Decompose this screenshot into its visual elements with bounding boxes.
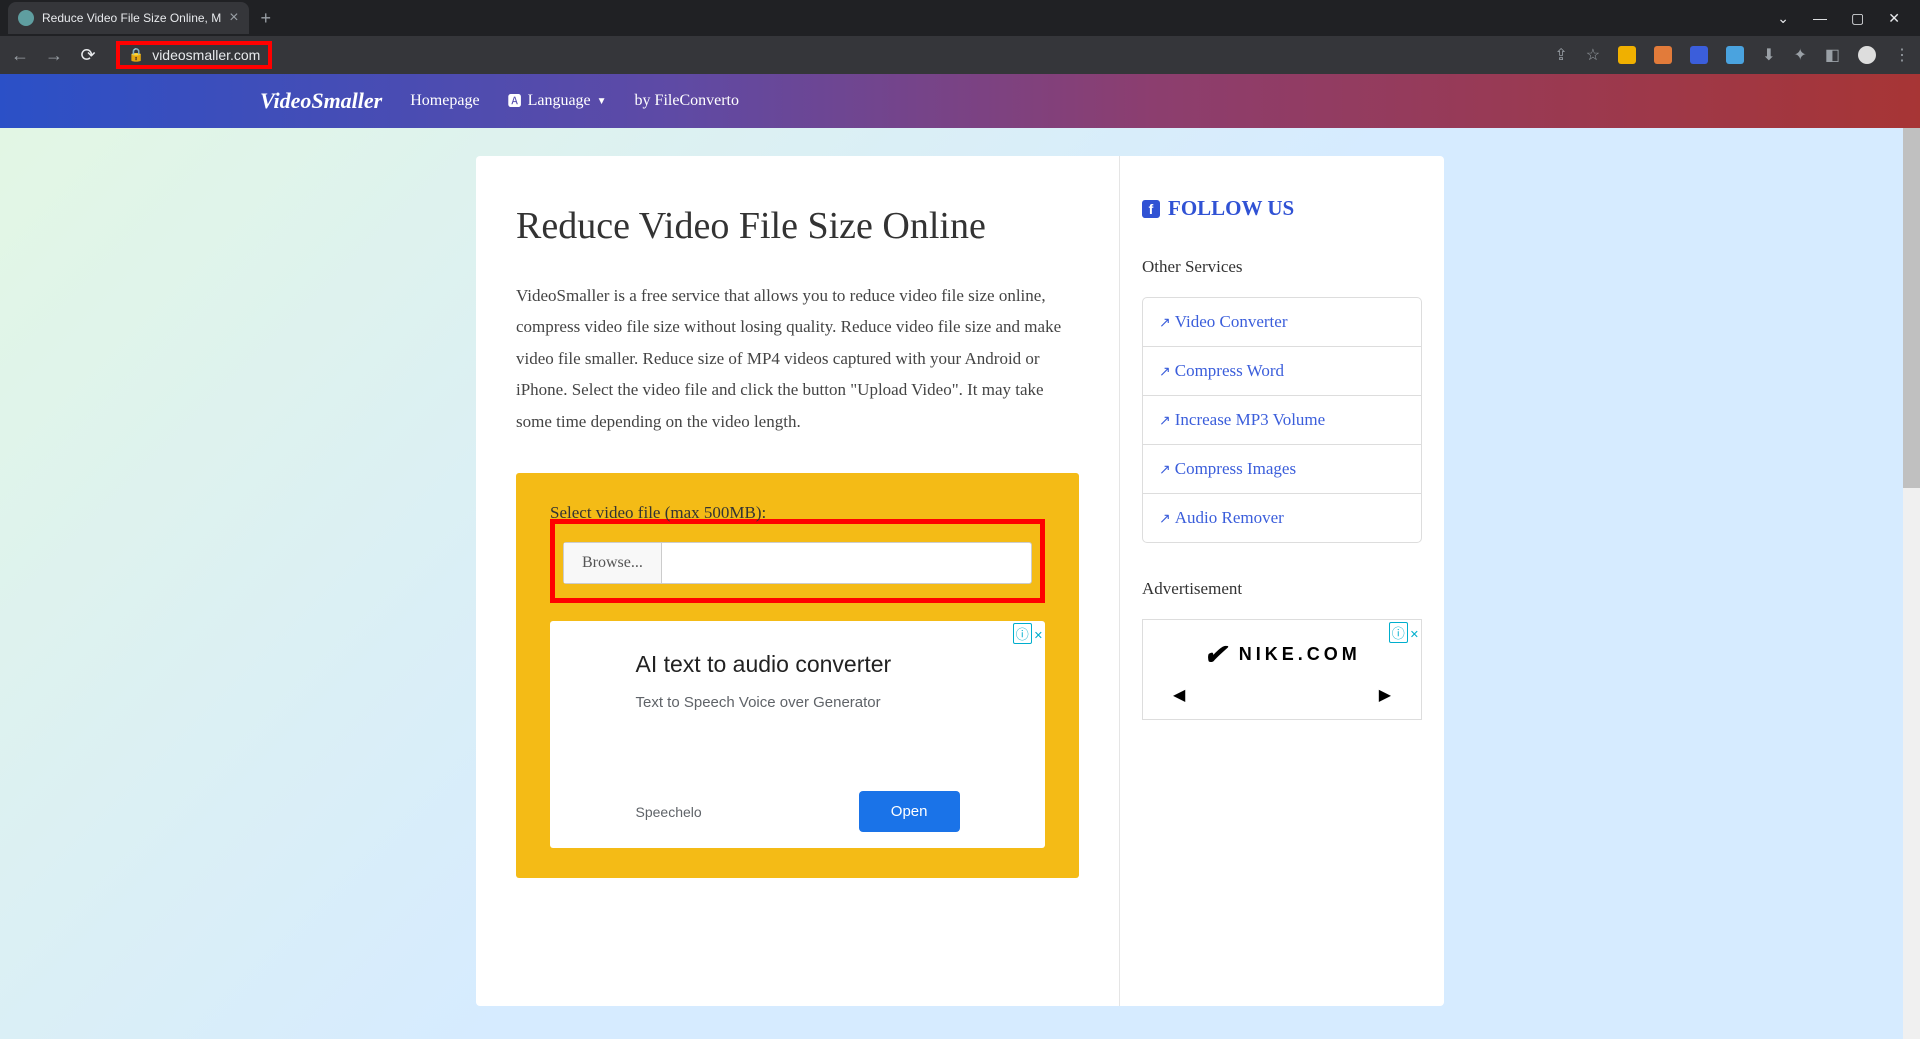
ad-info-icon[interactable]: ⓘ bbox=[1389, 622, 1408, 643]
intro-text: VideoSmaller is a free service that allo… bbox=[516, 280, 1079, 437]
toolbar-right: ⇪ ☆ ⬇ ✦ ◧ ⋮ bbox=[1554, 45, 1910, 65]
browse-button[interactable]: Browse... bbox=[564, 543, 662, 583]
external-link-icon: ↗ bbox=[1159, 462, 1171, 479]
nike-swoosh-icon: ✔ bbox=[1203, 638, 1226, 671]
reload-button[interactable]: ⟳ bbox=[78, 45, 98, 66]
upload-panel: Select video file (max 500MB): Browse...… bbox=[516, 473, 1079, 878]
service-item-compress-word[interactable]: ↗Compress Word bbox=[1143, 347, 1421, 396]
site-nav: VideoSmaller Homepage 🅰 Language ▼ by Fi… bbox=[0, 74, 1920, 128]
sidebar-ad[interactable]: ⓘ✕ ✔ NIKE.COM ◀ ▶ bbox=[1142, 619, 1422, 720]
share-icon[interactable]: ⇪ bbox=[1554, 45, 1567, 65]
external-link-icon: ↗ bbox=[1159, 413, 1171, 430]
service-list: ↗Video Converter ↗Compress Word ↗Increas… bbox=[1142, 297, 1422, 543]
nike-carousel-arrows: ◀ ▶ bbox=[1143, 677, 1421, 719]
ad-close-icon[interactable]: ✕ bbox=[1034, 630, 1043, 642]
upload-highlight: Browse... bbox=[550, 519, 1045, 603]
back-button[interactable]: ← bbox=[10, 45, 30, 66]
browser-tab-strip: Reduce Video File Size Online, M × + ⌄ —… bbox=[0, 0, 1920, 36]
profile-avatar[interactable] bbox=[1858, 46, 1876, 64]
nav-by-fileconverto[interactable]: by FileConverto bbox=[635, 92, 739, 110]
extension-icon[interactable] bbox=[1690, 46, 1708, 64]
new-tab-button[interactable]: + bbox=[261, 8, 272, 29]
external-link-icon: ↗ bbox=[1159, 364, 1171, 381]
nav-homepage[interactable]: Homepage bbox=[410, 92, 479, 110]
nike-brand-text: NIKE.COM bbox=[1239, 644, 1361, 665]
page-viewport: VideoSmaller Homepage 🅰 Language ▼ by Fi… bbox=[0, 74, 1920, 1039]
menu-icon[interactable]: ⋮ bbox=[1894, 45, 1910, 65]
nav-language-label: Language bbox=[528, 92, 591, 110]
advertisement-heading: Advertisement bbox=[1142, 579, 1422, 599]
minimize-button[interactable]: — bbox=[1813, 10, 1827, 27]
external-link-icon: ↗ bbox=[1159, 315, 1171, 332]
chevron-down-icon: ▼ bbox=[597, 96, 607, 107]
ad-info-icon[interactable]: ⓘ bbox=[1013, 623, 1032, 644]
extensions-icon[interactable]: ✦ bbox=[1793, 45, 1806, 65]
close-icon[interactable]: × bbox=[229, 9, 238, 27]
service-item-increase-mp3[interactable]: ↗Increase MP3 Volume bbox=[1143, 396, 1421, 445]
browser-toolbar: ← → ⟳ 🔒 videosmaller.com ⇪ ☆ ⬇ ✦ ◧ ⋮ bbox=[0, 36, 1920, 74]
ad-title: AI text to audio converter bbox=[636, 651, 960, 678]
ad-subtitle: Text to Speech Voice over Generator bbox=[636, 694, 960, 711]
ad-close-icon[interactable]: ✕ bbox=[1410, 629, 1419, 641]
main-column: Reduce Video File Size Online VideoSmall… bbox=[476, 156, 1120, 1006]
close-window-button[interactable]: ✕ bbox=[1888, 10, 1900, 27]
ad-open-button[interactable]: Open bbox=[859, 791, 960, 832]
service-item-audio-remover[interactable]: ↗Audio Remover bbox=[1143, 494, 1421, 542]
extension-icon[interactable] bbox=[1654, 46, 1672, 64]
address-bar[interactable]: videosmaller.com bbox=[152, 47, 260, 63]
tab-search-button[interactable]: ⌄ bbox=[1777, 10, 1789, 27]
ad-inner[interactable]: AI text to audio converter Text to Speec… bbox=[612, 621, 984, 848]
bookmark-icon[interactable]: ☆ bbox=[1586, 45, 1600, 65]
extension-icon[interactable] bbox=[1726, 46, 1744, 64]
downloads-icon[interactable]: ⬇ bbox=[1762, 45, 1775, 65]
ad-brand: Speechelo bbox=[636, 804, 702, 820]
page-title: Reduce Video File Size Online bbox=[516, 204, 1079, 248]
service-item-compress-images[interactable]: ↗Compress Images bbox=[1143, 445, 1421, 494]
ad-close-row: ⓘ✕ bbox=[1013, 623, 1043, 644]
window-controls: ⌄ — ▢ ✕ bbox=[1777, 10, 1912, 27]
extension-icon[interactable] bbox=[1618, 46, 1636, 64]
address-bar-highlight: 🔒 videosmaller.com bbox=[116, 41, 272, 69]
carousel-prev-icon[interactable]: ◀ bbox=[1173, 685, 1185, 705]
maximize-button[interactable]: ▢ bbox=[1851, 10, 1864, 27]
external-link-icon: ↗ bbox=[1159, 511, 1171, 528]
tab-title: Reduce Video File Size Online, M bbox=[42, 11, 221, 25]
content-card: Reduce Video File Size Online VideoSmall… bbox=[476, 156, 1444, 1006]
browser-tab[interactable]: Reduce Video File Size Online, M × bbox=[8, 2, 249, 34]
side-panel-icon[interactable]: ◧ bbox=[1825, 45, 1840, 65]
file-input-row[interactable]: Browse... bbox=[563, 542, 1032, 584]
sidebar: f FOLLOW US Other Services ↗Video Conver… bbox=[1120, 156, 1444, 1006]
follow-us-link[interactable]: f FOLLOW US bbox=[1142, 196, 1422, 221]
translate-icon: 🅰 bbox=[508, 91, 522, 111]
service-item-video-converter[interactable]: ↗Video Converter bbox=[1143, 298, 1421, 347]
nav-language[interactable]: 🅰 Language ▼ bbox=[508, 91, 607, 111]
forward-button[interactable]: → bbox=[44, 45, 64, 66]
nike-ad-header: ✔ NIKE.COM bbox=[1143, 620, 1421, 677]
follow-us-label: FOLLOW US bbox=[1168, 196, 1294, 221]
scroll-thumb[interactable] bbox=[1903, 128, 1920, 488]
lock-icon: 🔒 bbox=[128, 47, 144, 63]
scrollbar[interactable] bbox=[1903, 128, 1920, 1039]
carousel-next-icon[interactable]: ▶ bbox=[1379, 685, 1391, 705]
facebook-icon: f bbox=[1142, 200, 1160, 218]
inline-ad: ⓘ✕ AI text to audio converter Text to Sp… bbox=[550, 621, 1045, 848]
ad-close-row: ⓘ✕ bbox=[1389, 622, 1419, 643]
site-brand[interactable]: VideoSmaller bbox=[260, 88, 382, 114]
file-name-display bbox=[662, 543, 1031, 583]
other-services-heading: Other Services bbox=[1142, 257, 1422, 277]
tab-favicon bbox=[18, 10, 34, 26]
